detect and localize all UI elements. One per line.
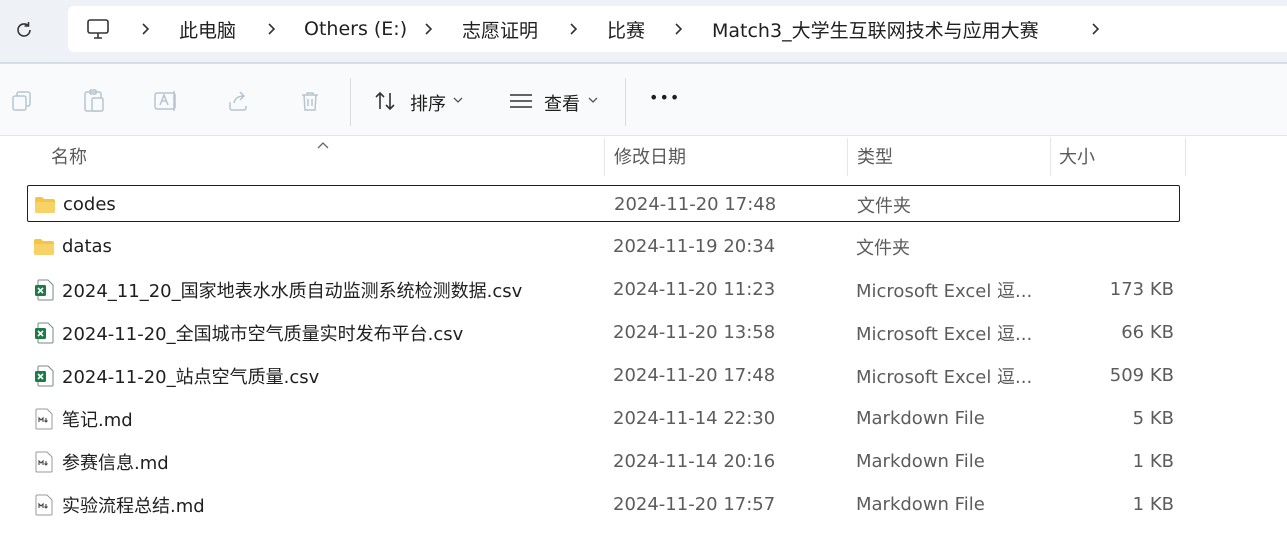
file-modified: 2024-11-20 17:48 bbox=[614, 194, 777, 215]
breadcrumb-competition[interactable]: 比赛 bbox=[607, 6, 645, 52]
file-row[interactable]: 2024-11-20_站点空气质量.csv 2024-11-20 17:48 Mic… bbox=[27, 357, 1180, 394]
sort-icon[interactable] bbox=[373, 88, 399, 114]
column-header-modified[interactable]: 修改日期 bbox=[614, 136, 686, 176]
file-type: 文件夹 bbox=[857, 195, 911, 217]
file-modified: 2024-11-20 11:23 bbox=[613, 279, 776, 300]
breadcrumb[interactable]: 此电脑 Others (E:) 志愿证明 比赛 Match3_大学生互联网技术与… bbox=[68, 6, 1287, 52]
rename-icon[interactable] bbox=[153, 88, 179, 114]
file-name[interactable]: codes bbox=[63, 186, 603, 223]
file-modified: 2024-11-14 22:30 bbox=[613, 408, 776, 429]
file-size: 1 KB bbox=[1132, 494, 1174, 515]
markdown-icon bbox=[33, 451, 55, 473]
toolbar-divider bbox=[625, 78, 626, 126]
chevron-right-icon[interactable] bbox=[673, 19, 685, 39]
column-divider[interactable] bbox=[1050, 138, 1051, 176]
column-header-name[interactable]: 名称 bbox=[51, 136, 87, 176]
file-row[interactable]: 实验流程总结.md 2024-11-20 17:57 Markdown File 1 … bbox=[27, 486, 1180, 523]
file-size bbox=[1058, 186, 1175, 223]
excel-icon bbox=[33, 279, 55, 301]
file-size: 1 KB bbox=[1132, 451, 1174, 472]
file-row[interactable]: 2024_11_20_国家地表水水质自动监测系统检测数据.csv 2024-11-… bbox=[27, 271, 1180, 308]
file-modified: 2024-11-20 17:57 bbox=[613, 494, 776, 515]
view-button[interactable]: 查看 bbox=[544, 90, 580, 116]
command-bar: 排序 查看 ••• bbox=[0, 62, 1287, 136]
markdown-icon bbox=[33, 494, 55, 516]
file-type: 文件夹 bbox=[856, 237, 910, 259]
folder-icon bbox=[34, 194, 56, 216]
file-type: Markdown File bbox=[856, 494, 985, 515]
copy-icon[interactable] bbox=[9, 88, 35, 114]
file-row[interactable]: 参赛信息.md 2024-11-14 20:16 Markdown File 1 KB bbox=[27, 443, 1180, 480]
file-row[interactable]: datas 2024-11-19 20:34 文件夹 bbox=[27, 228, 1180, 265]
breadcrumb-this-pc[interactable]: 此电脑 bbox=[179, 6, 236, 52]
file-name[interactable]: 2024-11-20_全国城市空气质量实时发布平台.csv bbox=[62, 314, 602, 351]
file-row[interactable]: 2024-11-20_全国城市空气质量实时发布平台.csv 2024-11-20 … bbox=[27, 314, 1180, 351]
file-type: Microsoft Excel 逗... bbox=[856, 366, 1033, 388]
view-icon[interactable] bbox=[508, 88, 534, 114]
file-row[interactable]: 笔记.md 2024-11-14 22:30 Markdown File 5 KB bbox=[27, 400, 1180, 437]
file-size: 509 KB bbox=[1109, 365, 1174, 386]
more-options-button[interactable]: ••• bbox=[649, 88, 680, 107]
file-type: Markdown File bbox=[856, 451, 985, 472]
column-header-type[interactable]: 类型 bbox=[857, 136, 893, 176]
chevron-right-icon[interactable] bbox=[423, 19, 435, 39]
file-size bbox=[1057, 228, 1174, 265]
file-name[interactable]: 笔记.md bbox=[62, 400, 602, 437]
address-bar: 此电脑 Others (E:) 志愿证明 比赛 Match3_大学生互联网技术与… bbox=[0, 0, 1287, 62]
file-row[interactable]: codes 2024-11-20 17:48 文件夹 bbox=[27, 185, 1180, 222]
excel-icon bbox=[33, 365, 55, 387]
chevron-down-icon[interactable] bbox=[586, 93, 600, 107]
file-name[interactable]: 2024-11-20_站点空气质量.csv bbox=[62, 357, 602, 394]
computer-icon[interactable] bbox=[86, 6, 110, 52]
file-name[interactable]: datas bbox=[62, 228, 602, 265]
chevron-right-icon[interactable] bbox=[568, 19, 580, 39]
chevron-down-icon[interactable] bbox=[451, 93, 465, 107]
file-name[interactable]: 2024_11_20_国家地表水水质自动监测系统检测数据.csv bbox=[62, 271, 602, 308]
breadcrumb-volunteer[interactable]: 志愿证明 bbox=[462, 6, 538, 52]
chevron-right-icon[interactable] bbox=[140, 19, 152, 39]
file-modified: 2024-11-14 20:16 bbox=[613, 451, 776, 472]
refresh-icon[interactable] bbox=[10, 16, 38, 44]
file-modified: 2024-11-20 13:58 bbox=[613, 322, 776, 343]
breadcrumb-current-folder[interactable]: Match3_大学生互联网技术与应用大赛 bbox=[712, 6, 1039, 52]
share-icon[interactable] bbox=[225, 88, 251, 114]
file-size: 5 KB bbox=[1132, 408, 1174, 429]
column-divider[interactable] bbox=[847, 138, 848, 176]
file-size: 66 KB bbox=[1121, 322, 1174, 343]
paste-icon[interactable] bbox=[81, 88, 107, 114]
file-modified: 2024-11-20 17:48 bbox=[613, 365, 776, 386]
sort-button[interactable]: 排序 bbox=[410, 90, 446, 116]
toolbar-divider bbox=[350, 78, 351, 126]
chevron-right-icon[interactable] bbox=[1090, 19, 1102, 39]
file-type: Microsoft Excel 逗... bbox=[856, 280, 1033, 302]
file-type: Markdown File bbox=[856, 408, 985, 429]
file-size: 173 KB bbox=[1109, 279, 1174, 300]
column-divider[interactable] bbox=[1185, 138, 1186, 176]
delete-icon[interactable] bbox=[297, 88, 323, 114]
excel-icon bbox=[33, 322, 55, 344]
file-name[interactable]: 实验流程总结.md bbox=[62, 486, 602, 523]
file-name[interactable]: 参赛信息.md bbox=[62, 443, 602, 480]
file-type: Microsoft Excel 逗... bbox=[856, 323, 1033, 345]
markdown-icon bbox=[33, 408, 55, 430]
column-header-size[interactable]: 大小 bbox=[1059, 136, 1095, 176]
folder-icon bbox=[33, 236, 55, 258]
file-modified: 2024-11-19 20:34 bbox=[613, 236, 776, 257]
breadcrumb-drive[interactable]: Others (E:) bbox=[304, 6, 407, 52]
chevron-right-icon[interactable] bbox=[266, 19, 278, 39]
column-divider[interactable] bbox=[604, 138, 605, 176]
sort-indicator-icon bbox=[316, 134, 330, 149]
